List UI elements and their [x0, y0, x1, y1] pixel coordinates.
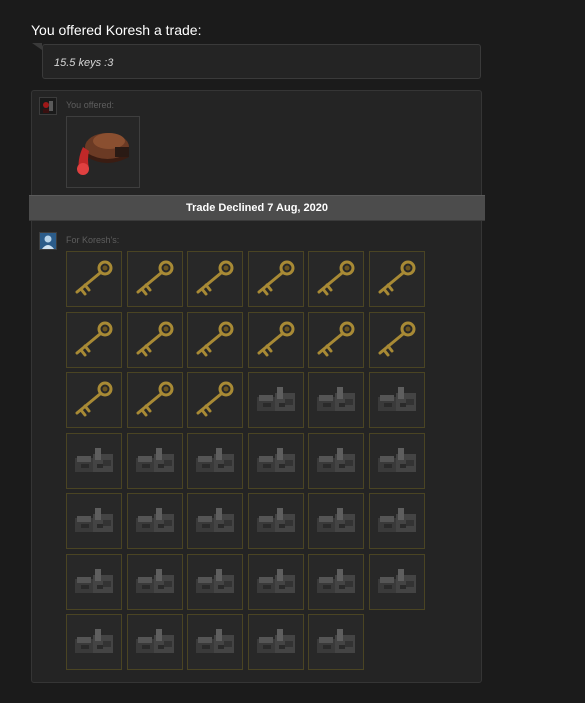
metal-icon [196, 447, 234, 472]
metal-icon [256, 568, 295, 593]
metal-item-slot[interactable] [126, 432, 183, 489]
key-icon [75, 381, 113, 417]
key-icon [196, 321, 234, 356]
metal-item-slot[interactable] [247, 432, 304, 489]
metal-item-slot[interactable] [126, 614, 183, 670]
metal-icon [317, 508, 355, 532]
hat-item-slot[interactable] [66, 116, 140, 188]
key-item-slot[interactable] [126, 372, 183, 428]
key-item-slot[interactable] [126, 311, 183, 368]
key-icon [196, 260, 234, 296]
key-icon [136, 381, 173, 417]
metal-icon [135, 568, 174, 593]
metal-icon [256, 447, 295, 472]
metal-icon [317, 629, 355, 653]
metal-item-slot[interactable] [308, 614, 364, 670]
key-icon [196, 381, 234, 417]
key-icon [136, 321, 173, 356]
key-item-slot[interactable] [368, 311, 425, 368]
metal-icon [135, 447, 174, 472]
metal-item-slot[interactable] [66, 553, 122, 610]
you-offered-label: You offered: [66, 100, 115, 110]
metal-item-slot[interactable] [66, 614, 122, 670]
key-icon [317, 321, 355, 356]
metal-icon [135, 508, 174, 532]
metal-item-slot[interactable] [247, 553, 304, 610]
metal-item-slot[interactable] [126, 493, 183, 549]
metal-item-slot[interactable] [247, 493, 304, 549]
metal-item-slot[interactable] [308, 553, 364, 610]
key-item-slot[interactable] [187, 311, 243, 368]
key-icon [75, 321, 113, 356]
metal-icon [75, 508, 113, 532]
metal-icon [377, 508, 416, 532]
key-item-slot[interactable] [247, 311, 304, 368]
metal-item-slot[interactable] [66, 493, 122, 549]
for-partner-label: For Koresh's: [66, 235, 120, 245]
key-item-slot[interactable] [187, 372, 243, 428]
key-icon [317, 260, 355, 296]
key-icon [257, 260, 294, 296]
key-icon [378, 321, 415, 356]
trade-offer-panel: You offered: For Koresh's: [31, 90, 482, 683]
metal-icon [377, 568, 416, 593]
metal-icon [196, 629, 234, 653]
metal-icon [256, 508, 295, 532]
metal-item-slot[interactable] [247, 372, 304, 428]
key-item-slot[interactable] [126, 251, 183, 307]
key-icon [257, 321, 294, 356]
key-item-slot[interactable] [187, 251, 243, 307]
trade-title: You offered Koresh a trade: [31, 22, 202, 38]
partner-items-grid [66, 251, 432, 671]
metal-icon [317, 568, 355, 593]
message-tail [32, 43, 42, 50]
metal-item-slot[interactable] [308, 432, 364, 489]
metal-item-slot[interactable] [126, 553, 183, 610]
hat-icon [77, 133, 129, 175]
key-item-slot[interactable] [368, 251, 425, 307]
metal-item-slot[interactable] [187, 493, 243, 549]
key-item-slot[interactable] [308, 251, 364, 307]
trade-message: 15.5 keys :3 [42, 44, 481, 79]
metal-item-slot[interactable] [368, 372, 425, 428]
metal-icon [135, 629, 174, 653]
key-item-slot[interactable] [247, 251, 304, 307]
metal-icon [377, 447, 416, 472]
partner-avatar[interactable] [39, 232, 57, 250]
metal-item-slot[interactable] [308, 493, 364, 549]
metal-item-slot[interactable] [368, 432, 425, 489]
my-avatar[interactable] [39, 97, 57, 115]
metal-item-slot[interactable] [187, 614, 243, 670]
metal-icon [75, 568, 113, 593]
metal-item-slot[interactable] [66, 432, 122, 489]
key-item-slot[interactable] [308, 311, 364, 368]
trade-status-bar: Trade Declined 7 Aug, 2020 [29, 195, 485, 221]
metal-item-slot[interactable] [187, 553, 243, 610]
metal-icon [75, 629, 113, 653]
key-item-slot[interactable] [66, 372, 122, 428]
metal-icon [75, 447, 113, 472]
metal-icon [256, 387, 295, 411]
metal-icon [256, 629, 295, 653]
key-item-slot[interactable] [66, 251, 122, 307]
key-item-slot[interactable] [66, 311, 122, 368]
metal-item-slot[interactable] [368, 493, 425, 549]
key-icon [378, 260, 415, 296]
metal-icon [196, 508, 234, 532]
metal-item-slot[interactable] [247, 614, 304, 670]
metal-icon [317, 447, 355, 472]
metal-item-slot[interactable] [308, 372, 364, 428]
key-icon [136, 260, 173, 296]
metal-item-slot[interactable] [187, 432, 243, 489]
metal-icon [377, 387, 416, 411]
metal-icon [196, 568, 234, 593]
metal-item-slot[interactable] [368, 553, 425, 610]
key-icon [75, 260, 113, 296]
metal-icon [317, 387, 355, 411]
